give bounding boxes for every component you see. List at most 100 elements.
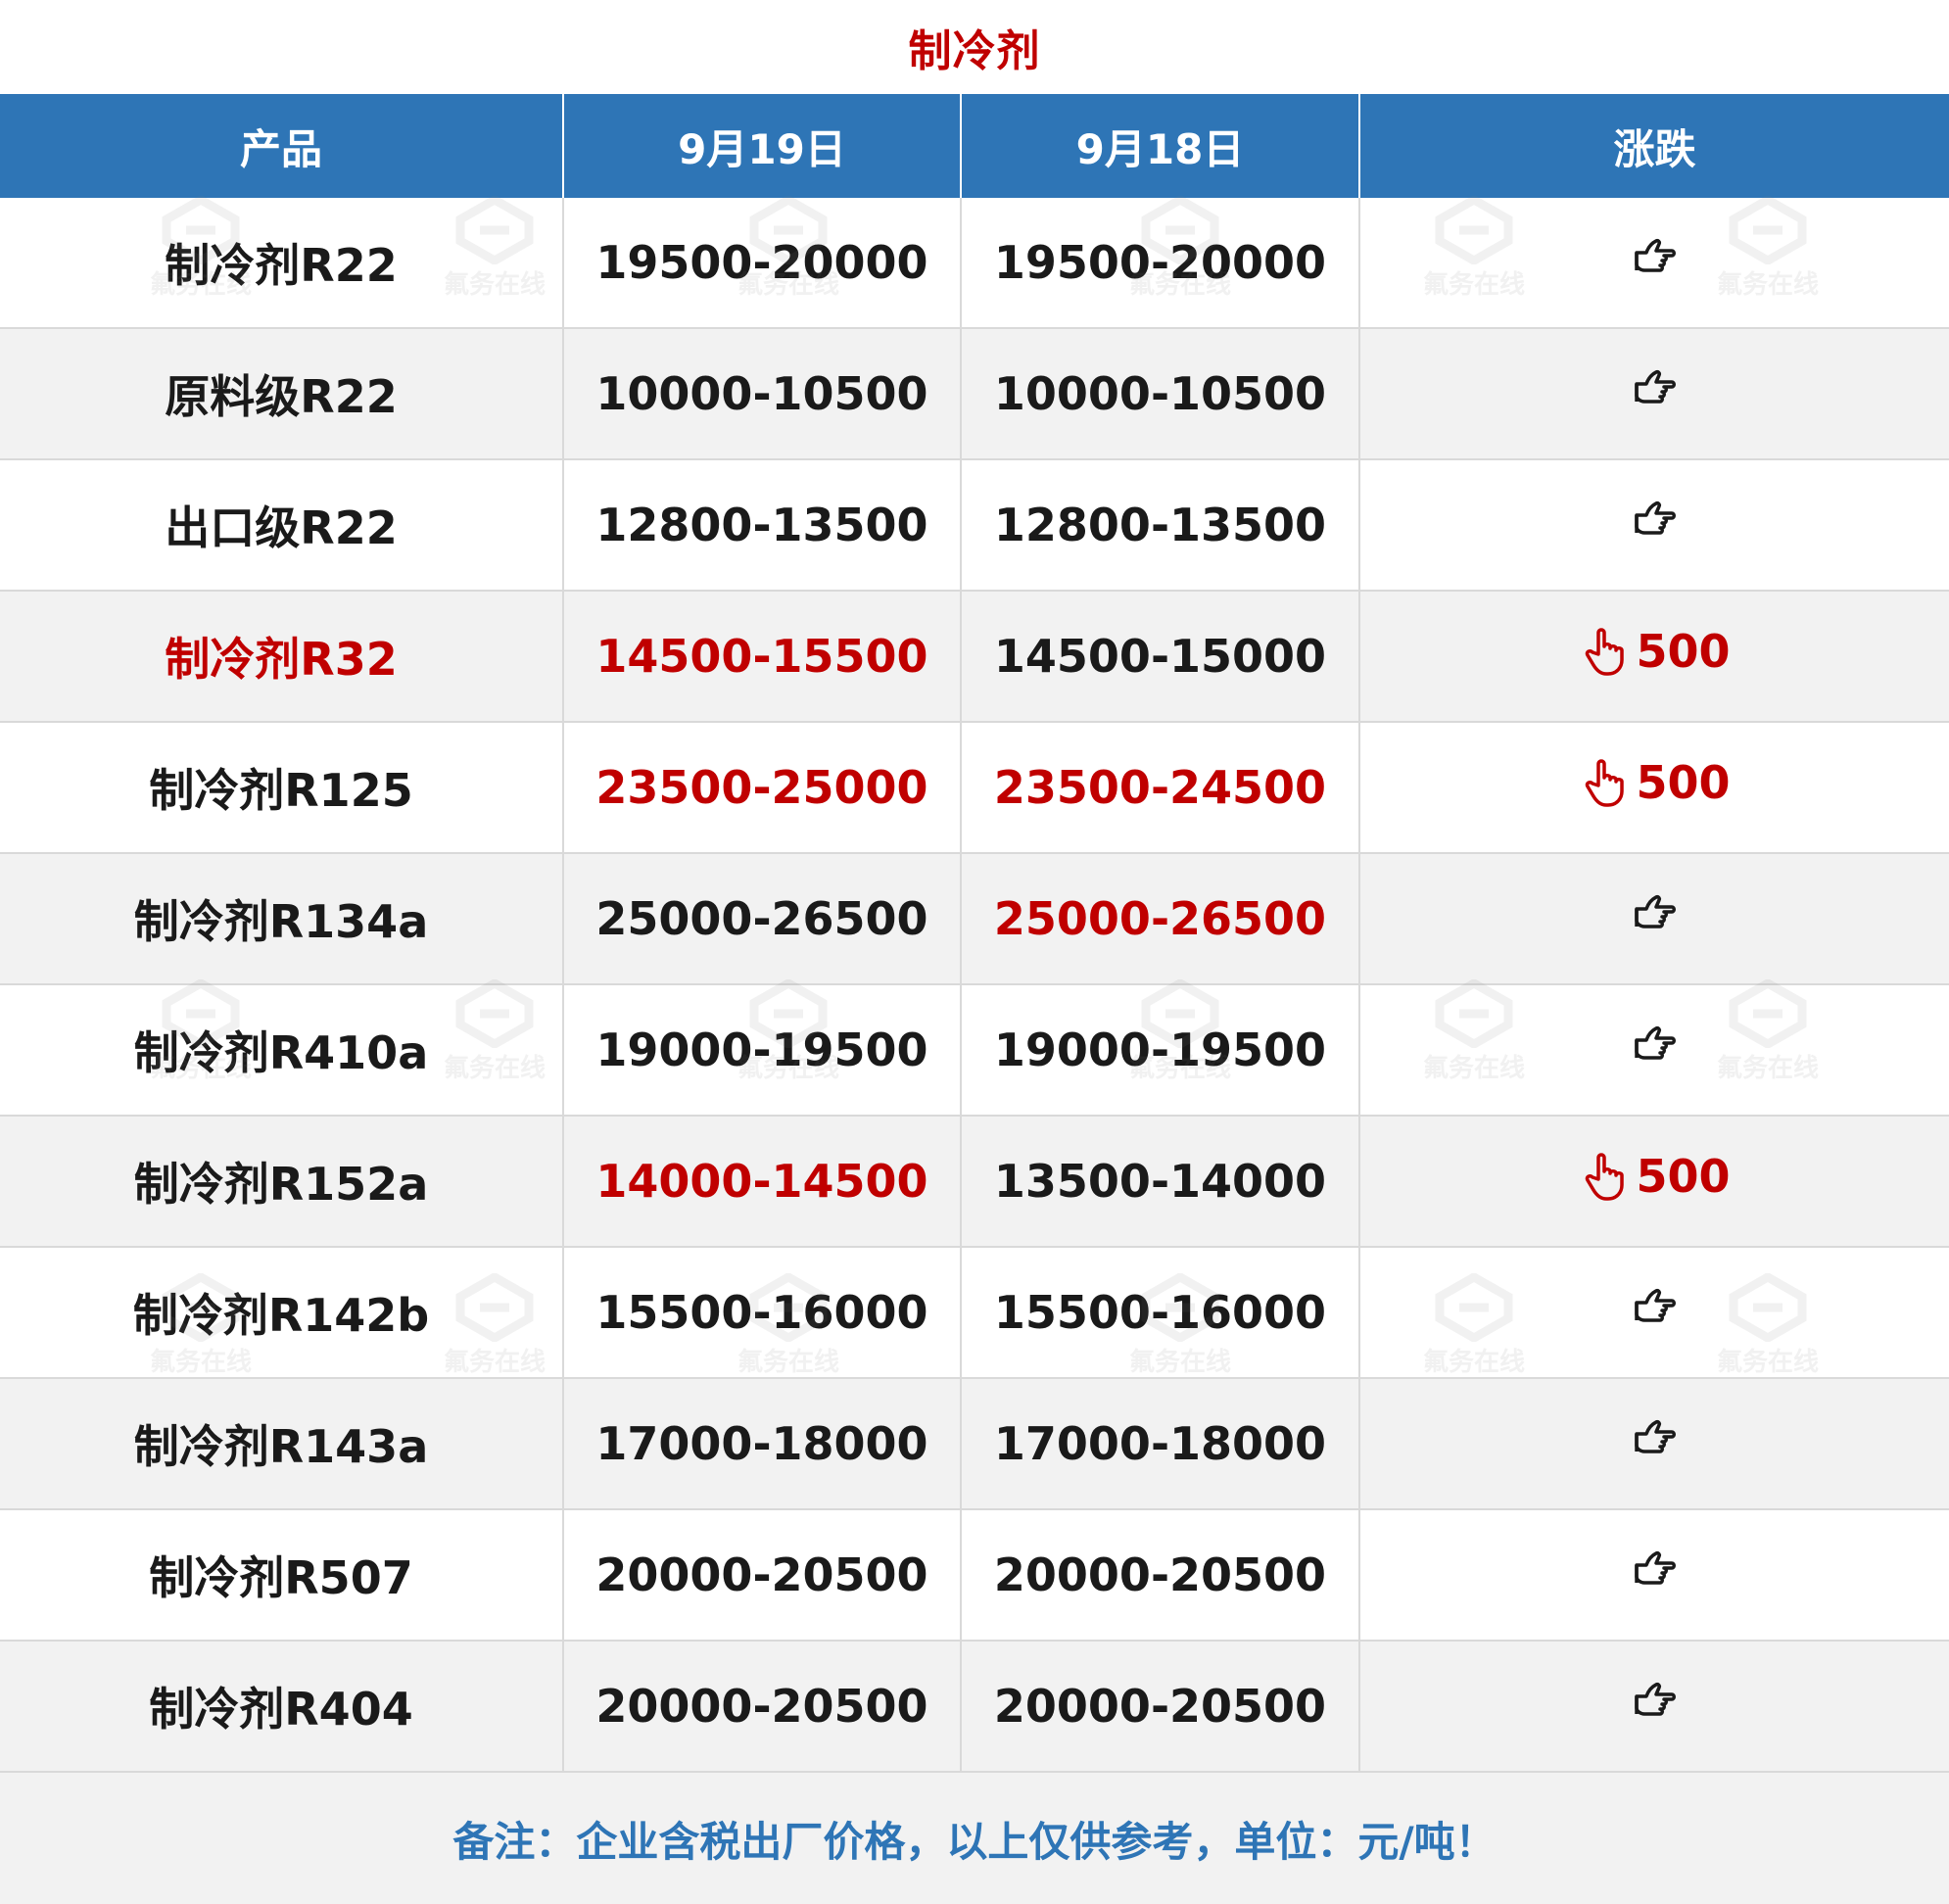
- hand-pointing-right-icon: [1629, 1412, 1682, 1465]
- change-cell: 500: [1359, 722, 1949, 854]
- price-date-2-cell: 19500-20000: [961, 198, 1360, 329]
- price-date-1-cell: 14000-14500: [563, 1116, 962, 1248]
- table-row: 制冷剂R507 20000-20500 20000-20500: [0, 1509, 1949, 1642]
- table-row: 制冷剂R125 23500-25000 23500-24500 500: [0, 722, 1949, 854]
- price-date-1-cell: 10000-10500: [563, 328, 962, 460]
- price-date-2-cell: 15500-16000: [961, 1247, 1360, 1379]
- hand-pointing-right-icon: [1629, 1281, 1682, 1334]
- change-value: 500: [1636, 755, 1731, 809]
- hand-pointing-up-icon: [1579, 625, 1632, 678]
- price-date-2-cell: 20000-20500: [961, 1641, 1360, 1773]
- header-row: 产品 9月19日 9月18日 涨跌: [0, 94, 1949, 198]
- table-row: 制冷剂R32 14500-15500 14500-15000 500: [0, 591, 1949, 723]
- table-row: 制冷剂R152a 14000-14500 13500-14000 500: [0, 1116, 1949, 1248]
- price-date-1-cell: 15500-16000: [563, 1247, 962, 1379]
- table-row: 出口级R22 12800-13500 12800-13500: [0, 459, 1949, 592]
- change-cell: [1359, 198, 1949, 329]
- product-cell: 制冷剂R410a: [0, 984, 564, 1117]
- price-date-1-cell: 23500-25000: [563, 722, 962, 854]
- table-header: 产品 9月19日 9月18日 涨跌: [0, 94, 1949, 198]
- change-content: [1629, 1544, 1682, 1596]
- product-cell: 制冷剂R134a: [0, 853, 564, 985]
- table-footer: 备注：企业含税出厂价格，以上仅供参考，单位：元/吨！: [0, 1772, 1949, 1904]
- change-content: 500: [1579, 1149, 1731, 1203]
- hand-pointing-right-icon: [1629, 362, 1682, 415]
- change-cell: [1359, 1509, 1949, 1642]
- price-date-2-cell: 13500-14000: [961, 1116, 1360, 1248]
- hand-pointing-right-icon: [1629, 1675, 1682, 1728]
- header-change: 涨跌: [1359, 94, 1949, 198]
- change-cell: [1359, 459, 1949, 592]
- change-content: [1629, 494, 1682, 547]
- price-date-2-cell: 12800-13500: [961, 459, 1360, 592]
- table-body: 制冷剂R22 19500-20000 19500-20000 原料级R22 10000-…: [0, 198, 1949, 1773]
- price-date-2-cell: 25000-26500: [961, 853, 1360, 985]
- change-content: 500: [1579, 755, 1731, 809]
- table-row: 原料级R22 10000-10500 10000-10500: [0, 328, 1949, 460]
- price-date-2-cell: 10000-10500: [961, 328, 1360, 460]
- table-row: 制冷剂R143a 17000-18000 17000-18000: [0, 1378, 1949, 1510]
- change-content: [1629, 231, 1682, 284]
- product-cell: 制冷剂R404: [0, 1641, 564, 1773]
- change-cell: [1359, 328, 1949, 460]
- price-date-2-cell: 20000-20500: [961, 1509, 1360, 1642]
- price-date-1-cell: 20000-20500: [563, 1509, 962, 1642]
- price-date-2-cell: 19000-19500: [961, 984, 1360, 1117]
- hand-pointing-right-icon: [1629, 494, 1682, 547]
- product-cell: 制冷剂R125: [0, 722, 564, 854]
- change-content: [1629, 1019, 1682, 1071]
- page-title: 制冷剂: [908, 26, 1041, 76]
- table-row: 制冷剂R134a 25000-26500 25000-26500: [0, 853, 1949, 985]
- footer-row: 备注：企业含税出厂价格，以上仅供参考，单位：元/吨！: [0, 1772, 1949, 1904]
- change-cell: [1359, 984, 1949, 1117]
- change-cell: [1359, 1247, 1949, 1379]
- hand-pointing-right-icon: [1629, 1019, 1682, 1071]
- change-cell: [1359, 1378, 1949, 1510]
- change-cell: [1359, 853, 1949, 985]
- price-date-2-cell: 14500-15000: [961, 591, 1360, 723]
- change-cell: 500: [1359, 591, 1949, 723]
- change-content: [1629, 1675, 1682, 1728]
- hand-pointing-right-icon: [1629, 1544, 1682, 1596]
- table-row: 制冷剂R142b 15500-16000 15500-16000: [0, 1247, 1949, 1379]
- table-row: 制冷剂R22 19500-20000 19500-20000: [0, 198, 1949, 329]
- price-date-1-cell: 20000-20500: [563, 1641, 962, 1773]
- product-cell: 制冷剂R22: [0, 198, 564, 329]
- price-date-2-cell: 17000-18000: [961, 1378, 1360, 1510]
- change-cell: 500: [1359, 1116, 1949, 1248]
- change-content: [1629, 362, 1682, 415]
- hand-pointing-right-icon: [1629, 231, 1682, 284]
- change-value: 500: [1636, 1149, 1731, 1203]
- change-value: 500: [1636, 624, 1731, 678]
- price-date-1-cell: 14500-15500: [563, 591, 962, 723]
- price-date-1-cell: 12800-13500: [563, 459, 962, 592]
- product-cell: 制冷剂R32: [0, 591, 564, 723]
- product-cell: 出口级R22: [0, 459, 564, 592]
- header-date-1: 9月19日: [563, 94, 962, 198]
- hand-pointing-up-icon: [1579, 1150, 1632, 1203]
- table-row: 制冷剂R410a 19000-19500 19000-19500: [0, 984, 1949, 1117]
- price-date-1-cell: 19500-20000: [563, 198, 962, 329]
- price-table: 产品 9月19日 9月18日 涨跌 制冷剂R22 19500-20000 19500…: [0, 94, 1949, 1904]
- product-cell: 制冷剂R152a: [0, 1116, 564, 1248]
- product-cell: 制冷剂R143a: [0, 1378, 564, 1510]
- product-cell: 原料级R22: [0, 328, 564, 460]
- product-cell: 制冷剂R142b: [0, 1247, 564, 1379]
- price-date-1-cell: 17000-18000: [563, 1378, 962, 1510]
- price-date-1-cell: 25000-26500: [563, 853, 962, 985]
- change-content: 500: [1579, 624, 1731, 678]
- product-cell: 制冷剂R507: [0, 1509, 564, 1642]
- change-cell: [1359, 1641, 1949, 1773]
- change-content: [1629, 1412, 1682, 1465]
- footer-note: 备注：企业含税出厂价格，以上仅供参考，单位：元/吨！: [0, 1772, 1949, 1904]
- change-content: [1629, 887, 1682, 940]
- price-date-1-cell: 19000-19500: [563, 984, 962, 1117]
- price-date-2-cell: 23500-24500: [961, 722, 1360, 854]
- change-content: [1629, 1281, 1682, 1334]
- title-bar: 制冷剂: [0, 0, 1949, 94]
- header-date-2: 9月18日: [961, 94, 1360, 198]
- hand-pointing-up-icon: [1579, 756, 1632, 809]
- table-row: 制冷剂R404 20000-20500 20000-20500: [0, 1641, 1949, 1773]
- header-product: 产品: [0, 94, 564, 198]
- hand-pointing-right-icon: [1629, 887, 1682, 940]
